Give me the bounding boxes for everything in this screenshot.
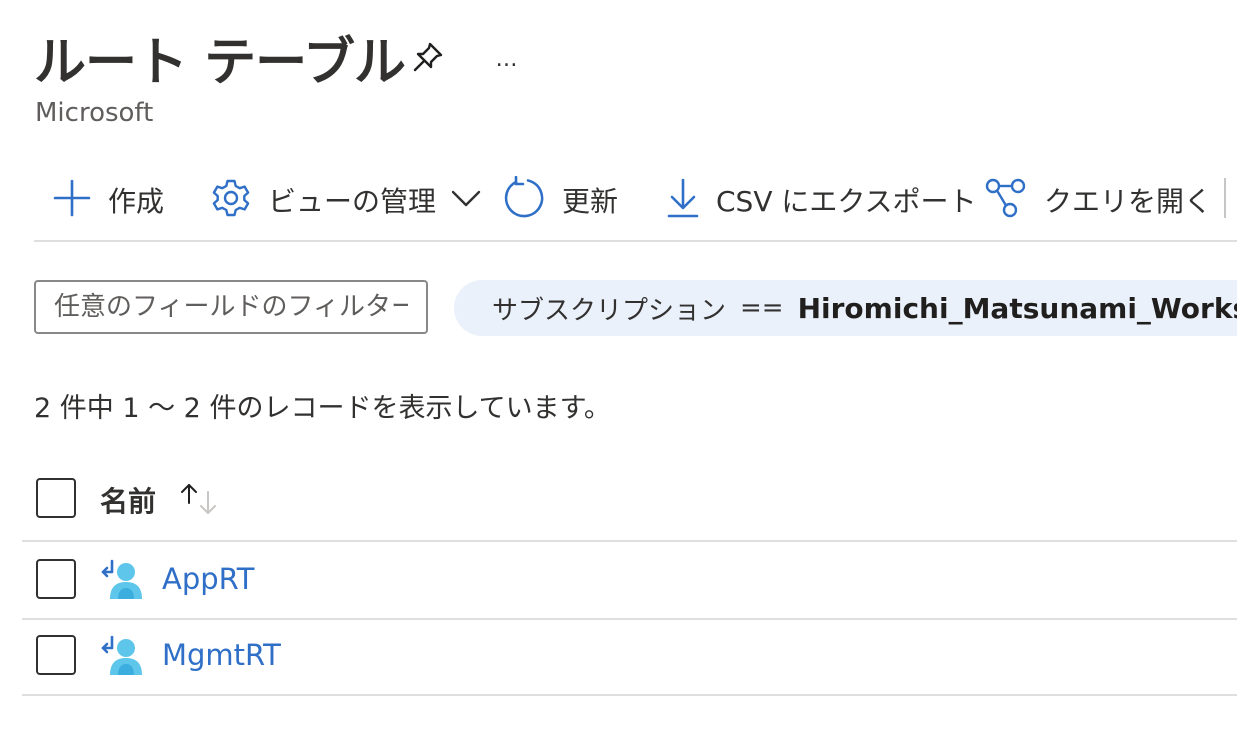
more-options-button[interactable]: …: [488, 40, 526, 78]
resource-link[interactable]: AppRT: [162, 562, 254, 596]
row-checkbox[interactable]: [36, 635, 76, 675]
refresh-button[interactable]: 更新: [502, 175, 619, 224]
command-bar: 作成 ビューの管理 更新 CSV にエクスポート クエリを開く: [34, 166, 1237, 242]
filter-pill-key: サブスクリプション: [492, 295, 727, 326]
manage-view-button[interactable]: ビューの管理: [210, 176, 482, 224]
manage-view-label: ビューの管理: [268, 185, 437, 218]
pin-button[interactable]: [409, 40, 447, 78]
table-header: 名前: [22, 460, 1237, 542]
pin-icon: [410, 39, 446, 79]
table-row: AppRT: [22, 542, 1237, 620]
create-button[interactable]: 作成: [52, 176, 164, 224]
export-csv-button[interactable]: CSV にエクスポート: [666, 176, 977, 224]
filter-pill-operator: ==: [740, 293, 784, 323]
page-header: ルート テーブル: [34, 22, 406, 93]
resource-link[interactable]: MgmtRT: [162, 638, 281, 672]
ellipsis-icon: …: [495, 46, 519, 72]
column-header-name[interactable]: 名前: [100, 480, 156, 520]
filter-pill-value: Hiromichi_Matsunami_Workspace: [797, 291, 1237, 325]
route-table-icon: [100, 635, 144, 677]
open-query-button[interactable]: クエリを開く: [984, 176, 1212, 224]
plus-icon: [52, 178, 92, 222]
row-checkbox[interactable]: [36, 559, 76, 599]
open-query-label: クエリを開く: [1044, 185, 1213, 218]
query-graph-icon: [984, 177, 1028, 223]
refresh-label: 更新: [562, 185, 619, 218]
filter-input[interactable]: [34, 280, 428, 334]
subscription-filter-pill[interactable]: サブスクリプション == Hiromichi_Matsunami_Workspa…: [454, 280, 1237, 336]
route-table-icon: [100, 559, 144, 601]
sort-ascending-icon[interactable]: [178, 482, 222, 516]
toolbar-divider: [1224, 178, 1226, 218]
gear-icon: [210, 177, 252, 223]
page-subtitle: Microsoft: [35, 98, 154, 128]
select-all-checkbox[interactable]: [36, 478, 76, 518]
table-row: MgmtRT: [22, 618, 1237, 696]
refresh-icon: [502, 175, 546, 224]
create-label: 作成: [108, 185, 165, 218]
page-title: ルート テーブル: [34, 32, 406, 93]
chevron-down-icon: [450, 188, 482, 212]
export-csv-label: CSV にエクスポート: [716, 185, 977, 218]
record-count: 2 件中 1 ～ 2 件のレコードを表示しています。: [34, 393, 611, 424]
download-icon: [666, 177, 700, 223]
